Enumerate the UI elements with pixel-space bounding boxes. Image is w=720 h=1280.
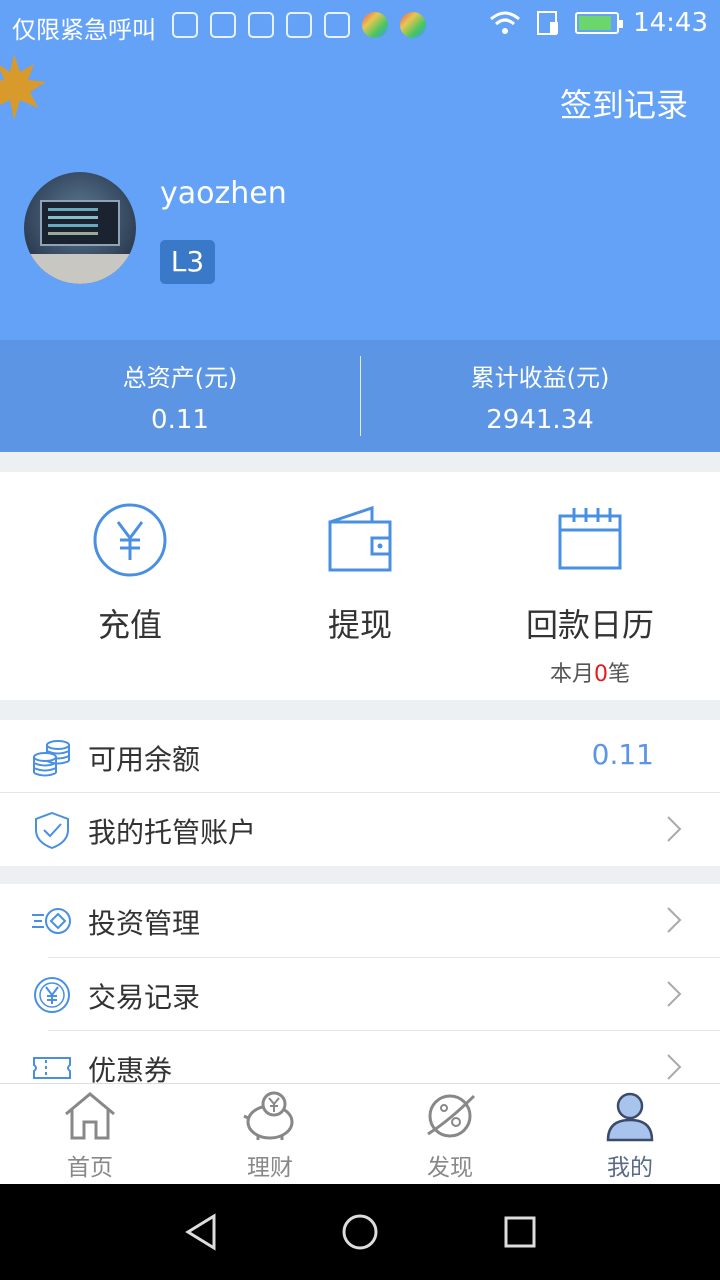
piggy-bank-icon bbox=[243, 1091, 294, 1140]
tab-finance-label: 理财 bbox=[247, 1155, 293, 1181]
status-bar: 仅限紧急呼叫 14:43 bbox=[0, 0, 720, 52]
available-balance-value: 0.11 bbox=[591, 738, 654, 771]
tab-home-label: 首页 bbox=[67, 1155, 113, 1181]
bottom-tab-bar: 首页 理财 发现 我的 bbox=[0, 1083, 720, 1184]
withdraw-label: 提现 bbox=[327, 606, 392, 644]
back-icon[interactable] bbox=[178, 1208, 226, 1256]
transaction-records-label: 交易记录 bbox=[88, 981, 201, 1014]
ticket-icon bbox=[33, 1057, 71, 1079]
maple-leaf-icon bbox=[0, 54, 46, 120]
withdraw-button[interactable]: 提现 bbox=[260, 502, 460, 646]
total-assets-label: 总资产(元) bbox=[122, 364, 238, 392]
custody-account-row[interactable]: 我的托管账户 bbox=[0, 793, 720, 866]
usb-icon bbox=[248, 12, 274, 38]
sim-card-icon bbox=[537, 11, 559, 35]
chevron-right-icon bbox=[667, 981, 682, 1007]
tab-mine[interactable]: 我的 bbox=[540, 1090, 720, 1182]
cumulative-earnings-label: 累计收益(元) bbox=[470, 364, 610, 392]
carrier-text: 仅限紧急呼叫 bbox=[12, 16, 156, 44]
coupons-row[interactable]: 优惠券 bbox=[0, 1031, 720, 1083]
wallet-icon bbox=[328, 505, 392, 572]
level-badge: L3 bbox=[160, 240, 215, 284]
cumulative-earnings[interactable]: 累计收益(元) 2941.34 bbox=[360, 358, 720, 435]
android-icon bbox=[286, 12, 312, 38]
repayment-calendar-button[interactable]: 回款日历 本月0笔 bbox=[490, 502, 690, 688]
notification-icon bbox=[172, 12, 198, 38]
total-assets[interactable]: 总资产(元) 0.11 bbox=[0, 358, 360, 435]
home-nav-icon[interactable] bbox=[336, 1208, 384, 1256]
tab-mine-label: 我的 bbox=[607, 1155, 653, 1181]
calendar-icon bbox=[558, 508, 622, 570]
shield-check-icon bbox=[35, 811, 69, 850]
system-nav-bar bbox=[0, 1184, 720, 1280]
coins-icon bbox=[33, 740, 70, 777]
chevron-right-icon bbox=[667, 907, 682, 933]
transaction-records-row[interactable]: 交易记录 bbox=[0, 958, 720, 1031]
available-balance-label: 可用余额 bbox=[88, 743, 201, 776]
username: yaozhen bbox=[160, 176, 287, 211]
tab-discover-label: 发现 bbox=[427, 1155, 473, 1181]
available-balance-row[interactable]: 可用余额 0.11 bbox=[0, 720, 720, 793]
asset-stats: 总资产(元) 0.11 累计收益(元) 2941.34 bbox=[0, 340, 720, 452]
user-icon bbox=[606, 1092, 654, 1142]
tab-finance[interactable]: 理财 bbox=[180, 1090, 360, 1182]
section-gap bbox=[0, 452, 720, 472]
section-gap bbox=[0, 866, 720, 884]
clock: 14:43 bbox=[633, 8, 708, 38]
battery-icon bbox=[575, 12, 624, 34]
recharge-button[interactable]: 充值 bbox=[30, 502, 230, 646]
avatar[interactable] bbox=[24, 172, 136, 284]
planet-icon bbox=[427, 1094, 476, 1138]
diamond-speed-icon bbox=[32, 908, 71, 934]
calendar-count: 0 bbox=[594, 662, 608, 687]
yuan-circle-icon bbox=[93, 503, 167, 577]
custody-account-label: 我的托管账户 bbox=[88, 816, 257, 849]
image-icon bbox=[324, 12, 350, 38]
app-icon bbox=[362, 12, 388, 38]
signin-records-button[interactable]: 签到记录 bbox=[560, 80, 688, 126]
yuan-coin-icon bbox=[34, 977, 70, 1013]
chevron-right-icon bbox=[667, 816, 682, 842]
app-icon bbox=[400, 12, 426, 38]
cumulative-earnings-value: 2941.34 bbox=[486, 405, 594, 435]
wifi-icon bbox=[490, 11, 521, 34]
recharge-label: 充值 bbox=[97, 606, 162, 644]
notification-icons bbox=[172, 12, 426, 38]
quick-actions: 充值 提现 回款日历 本月0笔 bbox=[0, 472, 720, 700]
investment-management-row[interactable]: 投资管理 bbox=[0, 884, 720, 957]
calendar-count-text: 本月0笔 bbox=[549, 662, 631, 687]
total-assets-value: 0.11 bbox=[151, 405, 209, 435]
repayment-calendar-label: 回款日历 bbox=[525, 606, 654, 644]
tab-home[interactable]: 首页 bbox=[0, 1090, 180, 1182]
home-icon bbox=[65, 1092, 115, 1140]
section-gap bbox=[0, 700, 720, 720]
recents-icon[interactable] bbox=[496, 1208, 544, 1256]
tab-discover[interactable]: 发现 bbox=[360, 1090, 540, 1182]
sim-icon bbox=[210, 12, 236, 38]
chevron-right-icon bbox=[667, 1054, 682, 1080]
coupons-label: 优惠券 bbox=[88, 1054, 173, 1083]
profile-header: 签到记录 yaozhen L3 bbox=[0, 52, 720, 340]
investment-management-label: 投资管理 bbox=[88, 907, 201, 940]
